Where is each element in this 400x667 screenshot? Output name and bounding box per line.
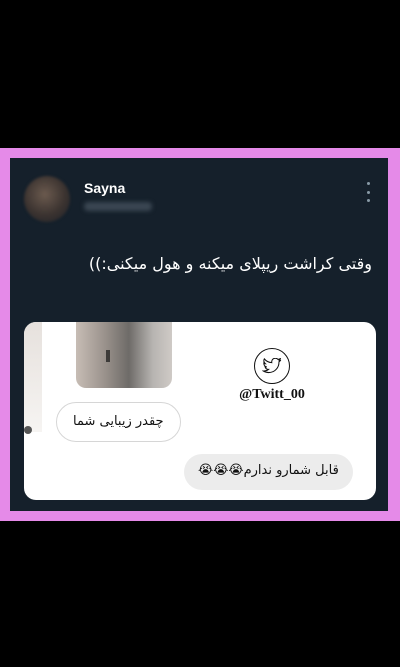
twitter-bird-icon xyxy=(254,348,290,384)
photo-thumbnail xyxy=(76,322,172,388)
message-bubble-sent: قابل شمارو ندارم😭😭😭 xyxy=(184,454,353,490)
watermark-text: @Twitt_00 xyxy=(239,387,305,402)
tweet-card[interactable]: Sayna وقتی کراشت ریپلای میکنه و هول میکن… xyxy=(10,158,388,511)
blurred-handle xyxy=(84,202,152,211)
message-bubble-received: چقدر زیبایی شما xyxy=(56,402,181,442)
tweet-text: وقتی کراشت ریپلای میکنه و هول میکنی:)) xyxy=(88,254,372,273)
pink-frame: Sayna وقتی کراشت ریپلای میکنه و هول میکن… xyxy=(0,148,400,521)
screenshot-edge xyxy=(24,322,42,432)
attached-screenshot[interactable]: @Twitt_00 چقدر زیبایی شما قابل شمارو ندا… xyxy=(24,322,376,500)
partial-icon xyxy=(24,426,32,434)
author-name[interactable]: Sayna xyxy=(84,180,125,196)
avatar[interactable] xyxy=(24,176,70,222)
more-options-icon[interactable] xyxy=(364,182,372,202)
watermark: @Twitt_00 xyxy=(224,348,320,403)
